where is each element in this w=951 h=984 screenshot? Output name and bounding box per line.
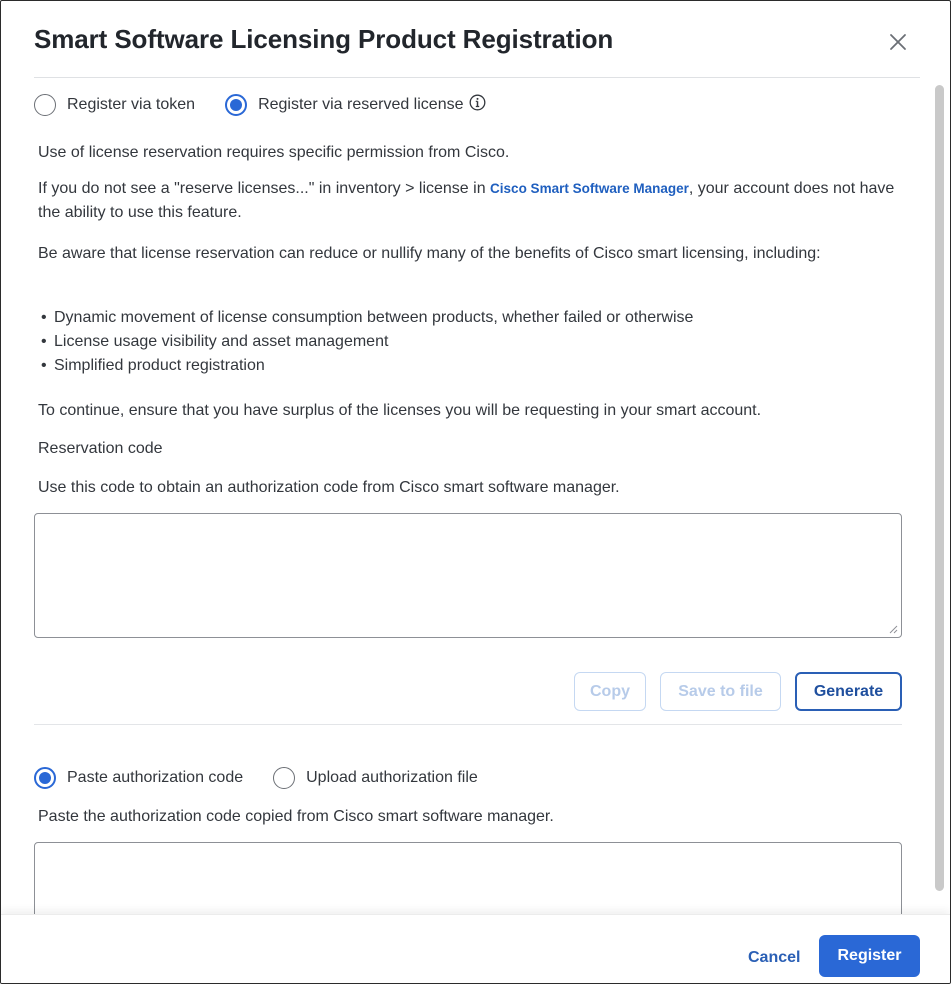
register-button[interactable]: Register xyxy=(819,935,920,977)
radio-upload-authorization-file[interactable]: Upload authorization file xyxy=(273,767,478,789)
inventory-notice: If you do not see a "reserve licenses...… xyxy=(38,177,898,225)
section-divider xyxy=(34,724,902,725)
paste-authorization-help: Paste the authorization code copied from… xyxy=(38,808,554,825)
save-to-file-button[interactable]: Save to file xyxy=(660,672,781,711)
radio-register-via-reserved-license[interactable]: Register via reserved license xyxy=(225,94,486,116)
benefits-warning: Be aware that license reservation can re… xyxy=(38,245,821,262)
list-item: Dynamic movement of license consumption … xyxy=(38,306,693,330)
reservation-code-textarea[interactable] xyxy=(34,513,902,638)
dialog-footer: Cancel Register xyxy=(1,914,950,983)
cancel-button[interactable]: Cancel xyxy=(748,949,800,967)
close-icon xyxy=(890,34,906,50)
info-icon[interactable] xyxy=(469,94,486,116)
radio-register-via-token[interactable]: Register via token xyxy=(34,94,195,116)
scrollbar-thumb[interactable] xyxy=(935,85,944,891)
reservation-code-help: Use this code to obtain an authorization… xyxy=(38,479,620,496)
close-button[interactable] xyxy=(887,31,909,53)
inventory-notice-prefix: If you do not see a "reserve licenses...… xyxy=(38,180,491,197)
generate-button[interactable]: Generate xyxy=(795,672,902,711)
authorization-method-group: Paste authorization code Upload authoriz… xyxy=(34,767,508,789)
radio-label-upload: Upload authorization file xyxy=(306,769,478,786)
benefits-list: Dynamic movement of license consumption … xyxy=(38,306,693,378)
radio-label-paste: Paste authorization code xyxy=(67,769,244,786)
list-item: License usage visibility and asset manag… xyxy=(38,330,693,354)
cisco-smart-software-manager-link[interactable]: Cisco Smart Software Manager xyxy=(490,181,689,196)
list-item: Simplified product registration xyxy=(38,354,693,378)
radio-label-token: Register via token xyxy=(67,96,196,113)
radio-label-reserved: Register via reserved license xyxy=(258,96,464,113)
radio-unchecked-icon xyxy=(34,94,56,116)
radio-checked-icon xyxy=(225,94,248,116)
radio-checked-icon xyxy=(34,767,56,789)
surplus-notice: To continue, ensure that you have surplu… xyxy=(38,402,762,419)
registration-dialog: Smart Software Licensing Product Registr… xyxy=(0,0,951,984)
radio-paste-authorization-code[interactable]: Paste authorization code xyxy=(34,767,243,789)
permission-notice: Use of license reservation requires spec… xyxy=(38,144,510,161)
resize-grip-icon[interactable] xyxy=(888,624,898,634)
registration-method-group: Register via token Register via reserved… xyxy=(34,94,516,116)
radio-unchecked-icon xyxy=(273,767,296,789)
copy-button[interactable]: Copy xyxy=(574,672,646,711)
dialog-title: Smart Software Licensing Product Registr… xyxy=(34,24,614,54)
reservation-code-label: Reservation code xyxy=(38,440,163,457)
